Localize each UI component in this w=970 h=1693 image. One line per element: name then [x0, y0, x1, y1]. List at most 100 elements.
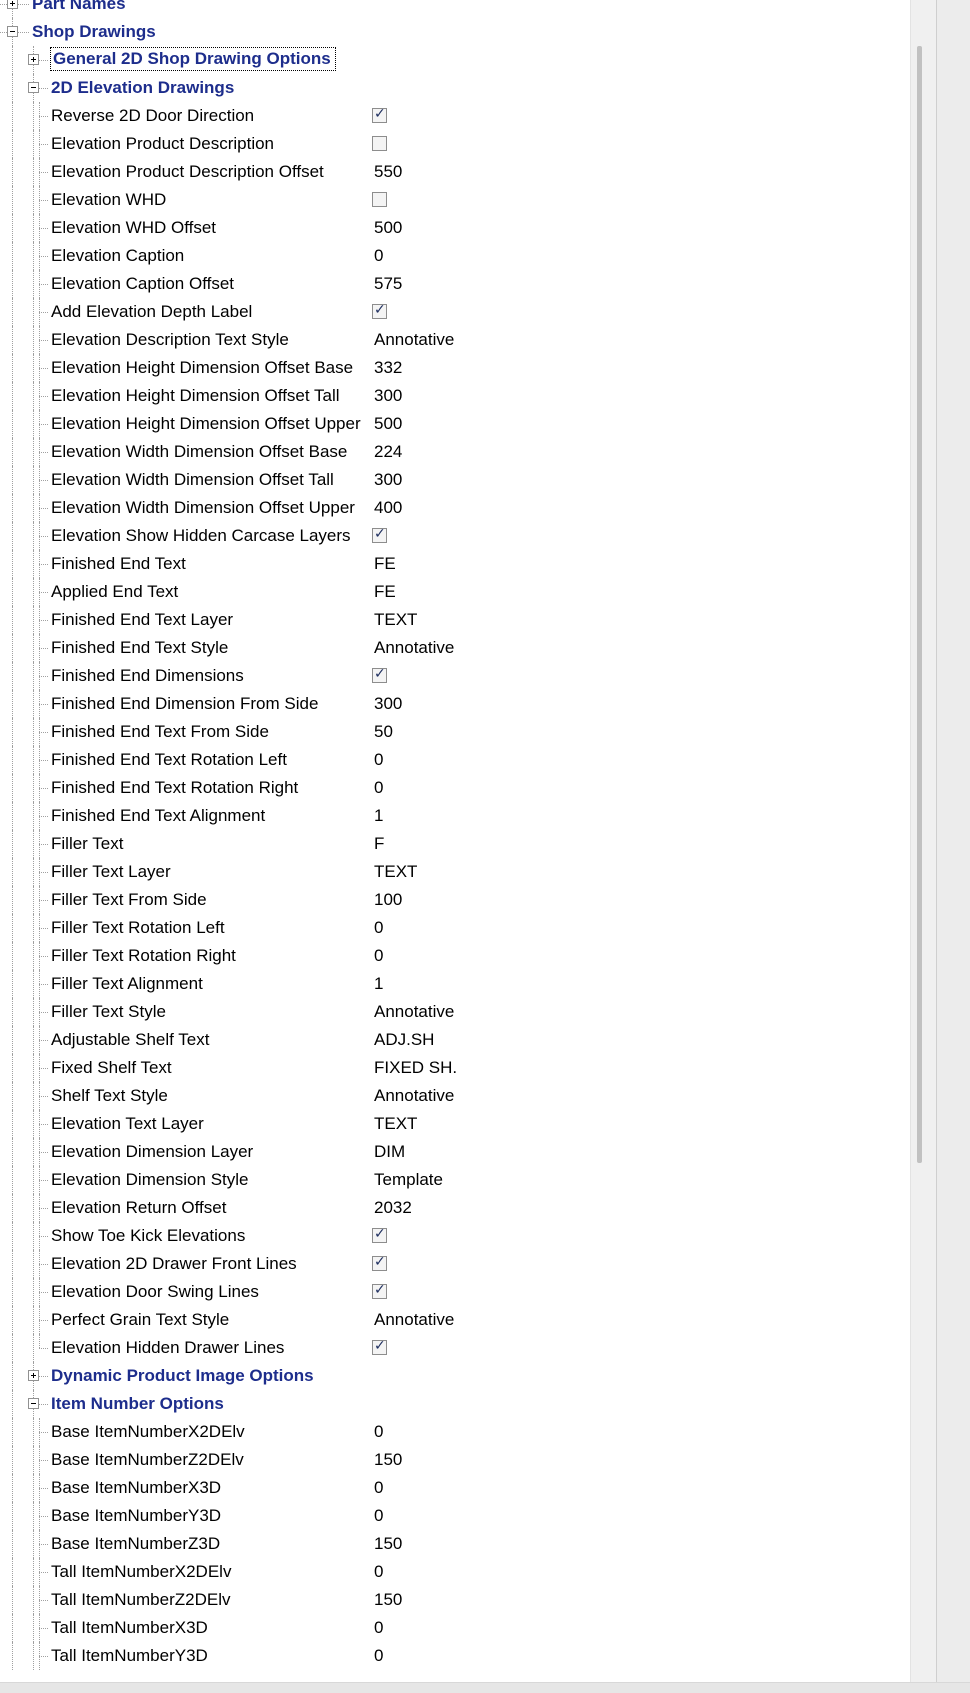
property-label-elevation-caption-offset[interactable]: Elevation Caption Offset: [51, 274, 234, 294]
property-row[interactable]: Elevation Door Swing Lines: [0, 1278, 910, 1306]
property-label-elevation-height-dimension-offset-upper[interactable]: Elevation Height Dimension Offset Upper: [51, 414, 361, 434]
property-row[interactable]: Base ItemNumberZ2DElv 150: [0, 1446, 910, 1474]
property-row[interactable]: Filler Text Alignment 1: [0, 970, 910, 998]
category-label-item-number-options[interactable]: Item Number Options: [51, 1394, 224, 1414]
property-value[interactable]: 0: [374, 918, 383, 938]
property-value[interactable]: Annotative: [374, 1002, 454, 1022]
property-label-fixed-shelf-text[interactable]: Fixed Shelf Text: [51, 1058, 172, 1078]
property-value[interactable]: Annotative: [374, 1086, 454, 1106]
property-row[interactable]: Filler Text From Side 100: [0, 886, 910, 914]
property-value[interactable]: FE: [374, 554, 396, 574]
property-label-elevation-caption[interactable]: Elevation Caption: [51, 246, 184, 266]
property-row[interactable]: Elevation Height Dimension Offset Base 33…: [0, 354, 910, 382]
property-value[interactable]: 0: [374, 1562, 383, 1582]
expand-icon[interactable]: [28, 54, 39, 65]
property-row[interactable]: Adjustable Shelf Text ADJ.SH: [0, 1026, 910, 1054]
property-row[interactable]: Reverse 2D Door Direction: [0, 102, 910, 130]
property-label-filler-text[interactable]: Filler Text: [51, 834, 123, 854]
property-value[interactable]: 300: [374, 386, 402, 406]
property-value[interactable]: 224: [374, 442, 402, 462]
property-row[interactable]: Elevation Hidden Drawer Lines: [0, 1334, 910, 1362]
property-value[interactable]: 500: [374, 218, 402, 238]
property-value[interactable]: FIXED SH.: [374, 1058, 457, 1078]
property-checkbox[interactable]: [372, 106, 387, 123]
property-row[interactable]: Tall ItemNumberX2DElv 0: [0, 1558, 910, 1586]
property-row[interactable]: Show Toe Kick Elevations: [0, 1222, 910, 1250]
property-value[interactable]: 400: [374, 498, 402, 518]
property-label-filler-text-rotation-right[interactable]: Filler Text Rotation Right: [51, 946, 236, 966]
property-row[interactable]: Elevation Return Offset 2032: [0, 1194, 910, 1222]
property-label-base-itemnumberx2delv[interactable]: Base ItemNumberX2DElv: [51, 1422, 245, 1442]
collapse-icon[interactable]: [7, 26, 18, 37]
property-label-elevation-width-dimension-offset-base[interactable]: Elevation Width Dimension Offset Base: [51, 442, 347, 462]
property-row[interactable]: Filler Text Layer TEXT: [0, 858, 910, 886]
collapse-icon[interactable]: [28, 1398, 39, 1409]
category-label-part-names[interactable]: Part Names: [32, 0, 126, 14]
property-label-elevation-height-dimension-offset-base[interactable]: Elevation Height Dimension Offset Base: [51, 358, 353, 378]
property-value[interactable]: 0: [374, 778, 383, 798]
property-label-perfect-grain-text-style[interactable]: Perfect Grain Text Style: [51, 1310, 229, 1330]
property-label-elevation-product-description-offset[interactable]: Elevation Product Description Offset: [51, 162, 324, 182]
tree-category-row[interactable]: General 2D Shop Drawing Options: [0, 46, 910, 74]
tree-category-row[interactable]: Shop Drawings: [0, 18, 910, 46]
property-row[interactable]: Tall ItemNumberX3D 0: [0, 1614, 910, 1642]
property-label-tall-itemnumberx2delv[interactable]: Tall ItemNumberX2DElv: [51, 1562, 231, 1582]
property-label-applied-end-text[interactable]: Applied End Text: [51, 582, 178, 602]
property-row[interactable]: Filler Text Style Annotative: [0, 998, 910, 1026]
property-checkbox[interactable]: [372, 192, 387, 207]
category-label-general-2d-shop-drawing-options[interactable]: General 2D Shop Drawing Options: [50, 47, 336, 71]
property-label-elevation-width-dimension-offset-tall[interactable]: Elevation Width Dimension Offset Tall: [51, 470, 334, 490]
tree-category-row[interactable]: Part Names: [0, 0, 910, 18]
property-value[interactable]: 500: [374, 414, 402, 434]
property-label-filler-text-layer[interactable]: Filler Text Layer: [51, 862, 171, 882]
property-value[interactable]: 0: [374, 1478, 383, 1498]
property-label-base-itemnumberz2delv[interactable]: Base ItemNumberZ2DElv: [51, 1450, 244, 1470]
property-row[interactable]: Elevation Width Dimension Offset Base 224: [0, 438, 910, 466]
property-row[interactable]: Tall ItemNumberZ2DElv 150: [0, 1586, 910, 1614]
property-value[interactable]: 1: [374, 806, 383, 826]
property-label-add-elevation-depth-label[interactable]: Add Elevation Depth Label: [51, 302, 252, 322]
property-label-filler-text-style[interactable]: Filler Text Style: [51, 1002, 166, 1022]
property-row[interactable]: Applied End Text FE: [0, 578, 910, 606]
property-checkbox[interactable]: [372, 526, 387, 543]
property-row[interactable]: Base ItemNumberZ3D 150: [0, 1530, 910, 1558]
property-label-elevation-dimension-style[interactable]: Elevation Dimension Style: [51, 1170, 248, 1190]
property-row[interactable]: Elevation Height Dimension Offset Tall 30…: [0, 382, 910, 410]
property-label-elevation-description-text-style[interactable]: Elevation Description Text Style: [51, 330, 289, 350]
collapse-icon[interactable]: [28, 82, 39, 93]
property-row[interactable]: Add Elevation Depth Label: [0, 298, 910, 326]
property-label-finished-end-dimensions[interactable]: Finished End Dimensions: [51, 666, 244, 686]
property-row[interactable]: Finished End Text FE: [0, 550, 910, 578]
property-row[interactable]: Perfect Grain Text Style Annotative: [0, 1306, 910, 1334]
scrollbar-thumb[interactable]: [917, 46, 922, 1163]
property-value[interactable]: TEXT: [374, 862, 417, 882]
property-checkbox[interactable]: [372, 1282, 387, 1299]
property-value[interactable]: 0: [374, 1422, 383, 1442]
property-label-tall-itemnumbery3d[interactable]: Tall ItemNumberY3D: [51, 1646, 208, 1666]
property-label-show-toe-kick-elevations[interactable]: Show Toe Kick Elevations: [51, 1226, 245, 1246]
tree-category-row[interactable]: 2D Elevation Drawings: [0, 74, 910, 102]
property-label-finished-end-text[interactable]: Finished End Text: [51, 554, 186, 574]
property-row[interactable]: Elevation Dimension Style Template: [0, 1166, 910, 1194]
property-row[interactable]: Elevation Text Layer TEXT: [0, 1110, 910, 1138]
property-checkbox[interactable]: [372, 1226, 387, 1243]
property-label-filler-text-rotation-left[interactable]: Filler Text Rotation Left: [51, 918, 225, 938]
property-label-finished-end-text-style[interactable]: Finished End Text Style: [51, 638, 228, 658]
property-checkbox[interactable]: [372, 136, 387, 151]
property-value[interactable]: 150: [374, 1534, 402, 1554]
property-value[interactable]: ADJ.SH: [374, 1030, 434, 1050]
property-value[interactable]: F: [374, 834, 384, 854]
property-row[interactable]: Fixed Shelf Text FIXED SH.: [0, 1054, 910, 1082]
property-value[interactable]: Template: [374, 1170, 443, 1190]
property-row[interactable]: Base ItemNumberX2DElv 0: [0, 1418, 910, 1446]
property-row[interactable]: Elevation Product Description Offset 550: [0, 158, 910, 186]
property-value[interactable]: 2032: [374, 1198, 412, 1218]
property-label-elevation-dimension-layer[interactable]: Elevation Dimension Layer: [51, 1142, 253, 1162]
property-label-elevation-2d-drawer-front-lines[interactable]: Elevation 2D Drawer Front Lines: [51, 1254, 297, 1274]
property-row[interactable]: Finished End Text Alignment 1: [0, 802, 910, 830]
property-row[interactable]: Elevation Product Description: [0, 130, 910, 158]
property-row[interactable]: Finished End Dimensions: [0, 662, 910, 690]
property-label-adjustable-shelf-text[interactable]: Adjustable Shelf Text: [51, 1030, 209, 1050]
property-row[interactable]: Elevation Description Text Style Annotati…: [0, 326, 910, 354]
property-value[interactable]: 150: [374, 1450, 402, 1470]
